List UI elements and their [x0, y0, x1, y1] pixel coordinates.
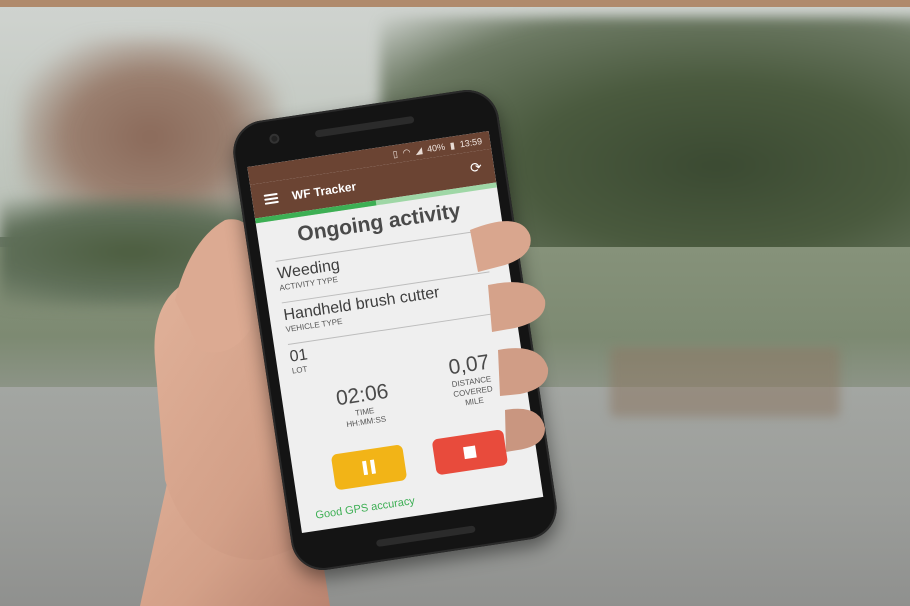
- top-border: [0, 0, 910, 7]
- earpiece-speaker: [314, 115, 415, 138]
- stop-icon: [463, 445, 477, 460]
- elapsed-time: 02:06 TIME HH:MM:SS: [321, 378, 407, 433]
- bottom-speaker: [375, 525, 476, 548]
- signal-icon: ◢: [414, 144, 423, 156]
- activity-content: Ongoing activity Weeding ACTIVITY TYPE H…: [256, 187, 544, 533]
- battery-icon: ▮: [449, 139, 456, 151]
- pause-icon: [362, 459, 376, 476]
- app-title: WF Tracker: [290, 179, 358, 203]
- gps-accuracy-status: Good GPS accuracy: [314, 495, 416, 522]
- pause-button[interactable]: [330, 444, 408, 491]
- status-time: 13:59: [459, 136, 483, 150]
- battery-percent: 40%: [426, 141, 446, 155]
- distance-covered: 0,07 DISTANCE COVERED MILE: [428, 348, 515, 413]
- hamburger-menu-icon[interactable]: [263, 192, 279, 205]
- phone-screen: ▯ ◠ ◢ 40% ▮ 13:59 WF Tracker ⟳ Ongoing a…: [247, 130, 544, 533]
- wifi-icon: ◠: [401, 146, 412, 158]
- sync-icon[interactable]: ⟳: [469, 158, 483, 177]
- stop-button[interactable]: [431, 429, 509, 476]
- front-camera: [268, 133, 281, 145]
- vibrate-icon: ▯: [391, 148, 399, 159]
